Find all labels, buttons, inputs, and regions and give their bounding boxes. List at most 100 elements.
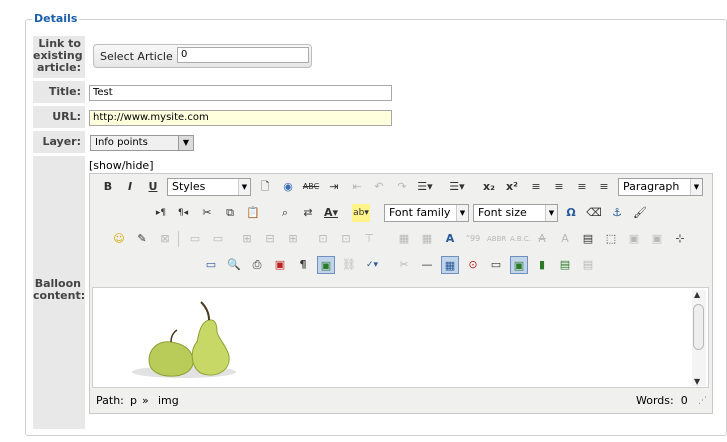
delete-icon[interactable]: ⊠ (156, 230, 174, 248)
new-document-icon[interactable]: 🗋 (256, 178, 274, 196)
indent-icon[interactable]: ⇥ (325, 178, 343, 196)
gallery-icon[interactable]: ▣ (510, 256, 528, 274)
pears-image (132, 301, 236, 378)
highlight-icon[interactable]: ab▾ (352, 204, 370, 222)
code-icon[interactable]: ⊙ (464, 256, 482, 274)
article-id-field[interactable]: 0 (177, 47, 309, 63)
italic-icon[interactable]: I (121, 178, 139, 196)
absolute-icon[interactable]: ⊹ (671, 230, 689, 248)
rtl-icon[interactable]: ¶◂ (174, 204, 192, 222)
table-props-icon[interactable]: ▦ (418, 230, 436, 248)
cell-props-icon[interactable]: ⊡ (314, 230, 332, 248)
text-color-icon[interactable]: A▾ (322, 204, 340, 222)
anchor-icon[interactable]: ⚓ (608, 204, 626, 222)
col-props-icon[interactable]: ⊤ (360, 230, 378, 248)
image-icon[interactable]: ▣ (317, 256, 335, 274)
path-p[interactable]: p (130, 391, 137, 411)
toolbar-row-4: ▭ 🔍 ⎙ ▣ ¶ ▣ ⛓ ✓▾ ✂ — ▦ ⊙ ▭ ▣ ▮ ▤ ▤ (90, 256, 712, 278)
image-props-icon[interactable]: ▤ (579, 256, 597, 274)
font-family-dropdown[interactable]: Font family ▼ (384, 204, 469, 222)
paragraph-dropdown-label: Paragraph (623, 180, 680, 193)
chevron-down-icon: ▼ (690, 179, 702, 195)
ltr-icon[interactable]: ▸¶ (152, 204, 170, 222)
replace-icon[interactable]: ⇄ (299, 204, 317, 222)
erase-icon[interactable]: ⌫ (585, 204, 603, 222)
chevron-down-icon: ▼ (178, 136, 193, 150)
paste-icon[interactable]: 📋 (244, 204, 262, 222)
cut-icon[interactable]: ✂ (198, 204, 216, 222)
emoticon-icon[interactable]: ☺ (110, 230, 128, 248)
row-props-icon[interactable]: ⊡ (337, 230, 355, 248)
abbr-icon[interactable]: A (441, 230, 459, 248)
show-hide-link[interactable]: [show/hide] (89, 159, 154, 172)
underline-icon[interactable]: U (144, 178, 162, 196)
del-icon[interactable]: A (533, 230, 551, 248)
table-icon[interactable]: ▦ (395, 230, 413, 248)
template-icon[interactable]: ▣ (271, 256, 289, 274)
scroll-thumb[interactable] (693, 304, 704, 350)
attributes-icon[interactable]: ▤ (579, 230, 597, 248)
move-forward-icon[interactable]: ▣ (625, 230, 643, 248)
editor-scrollbar[interactable]: ▲ ▼ (692, 290, 706, 386)
toolbar-row-3: ☺ ✎ ⊠ ▭ ▭ ⊞ ⊟ ⊞ ⊡ ⊡ ⊤ ▦ ▦ A “99 ABBR A.B… (90, 230, 712, 252)
media-icon[interactable]: ▮ (533, 256, 551, 274)
font-size-dropdown-label: Font size (478, 206, 527, 219)
align-center-icon[interactable]: ≡ (550, 178, 568, 196)
redo-icon[interactable]: ↷ (393, 178, 411, 196)
superscript-icon[interactable]: x² (503, 178, 521, 196)
horizontal-rule-icon[interactable]: — (418, 256, 436, 274)
link-icon[interactable]: ⛓ (340, 256, 358, 274)
spellcheck-icon[interactable]: ✓▾ (363, 256, 381, 274)
page-break-icon[interactable]: ▭ (487, 256, 505, 274)
font-size-dropdown[interactable]: Font size ▼ (473, 204, 558, 222)
bullet-list-icon[interactable]: ☰▾ (448, 178, 466, 196)
special-char-icon[interactable]: Ω (562, 204, 580, 222)
ins-icon[interactable]: A (556, 230, 574, 248)
bold-icon[interactable]: B (99, 178, 117, 196)
separator (178, 231, 179, 247)
paragraph-dropdown[interactable]: Paragraph ▼ (618, 178, 703, 196)
editor-content[interactable]: ▲ ▼ (92, 287, 709, 388)
details-legend: Details (32, 12, 80, 25)
styles-dropdown[interactable]: Styles ▼ (167, 178, 251, 196)
move-backward-icon[interactable]: ▣ (648, 230, 666, 248)
cleanup-icon[interactable]: 🖌 (631, 204, 649, 222)
strikethrough-icon[interactable]: ABC (302, 178, 320, 196)
balloon-content-label: Balloon content: (33, 156, 85, 429)
insert-row-icon[interactable]: ▭ (186, 230, 204, 248)
title-field[interactable]: Test (89, 85, 392, 101)
visual-aid-icon[interactable]: ▭ (202, 256, 220, 274)
delete-row-icon[interactable]: ▭ (209, 230, 227, 248)
abbreviation-icon[interactable]: A.B.C. (510, 230, 531, 248)
outdent-icon[interactable]: ⇤ (348, 178, 366, 196)
table-merge-icon[interactable]: ⊟ (261, 230, 279, 248)
find-icon[interactable]: ⌕ (276, 204, 294, 222)
cite-icon[interactable]: “99 (464, 230, 482, 248)
justify-icon[interactable]: ≡ (595, 178, 613, 196)
undo-icon[interactable]: ↶ (370, 178, 388, 196)
layer-icon[interactable]: ⬚ (602, 230, 620, 248)
paragraph-icon[interactable]: ¶ (294, 256, 312, 274)
resize-handle-icon[interactable]: ⋰ (698, 391, 707, 411)
url-field[interactable]: http://www.mysite.com (89, 110, 392, 126)
align-left-icon[interactable]: ≡ (527, 178, 545, 196)
scroll-down-icon[interactable]: ▼ (694, 377, 700, 386)
align-right-icon[interactable]: ≡ (573, 178, 591, 196)
table-col-icon[interactable]: ⊞ (238, 230, 256, 248)
edit-icon[interactable]: ✎ (133, 230, 151, 248)
unlink-icon[interactable]: ✂ (395, 256, 413, 274)
full-table-icon[interactable]: ▦ (441, 256, 459, 274)
preview-icon[interactable]: 🔍 (225, 256, 243, 274)
help-icon[interactable]: ◉ (279, 178, 297, 196)
insert-image-icon[interactable]: ▤ (556, 256, 574, 274)
path-img[interactable]: img (158, 391, 179, 411)
acronym-icon[interactable]: ABBR (487, 230, 506, 248)
scroll-up-icon[interactable]: ▲ (694, 290, 700, 299)
layer-select[interactable]: Info points ▼ (90, 135, 194, 151)
copy-icon[interactable]: ⧉ (221, 204, 239, 222)
subscript-icon[interactable]: x₂ (480, 178, 498, 196)
table-split-icon[interactable]: ⊞ (284, 230, 302, 248)
print-icon[interactable]: ⎙ (248, 256, 266, 274)
select-article-button[interactable]: Select Article (100, 50, 173, 63)
numbered-list-icon[interactable]: ☰▾ (416, 178, 434, 196)
